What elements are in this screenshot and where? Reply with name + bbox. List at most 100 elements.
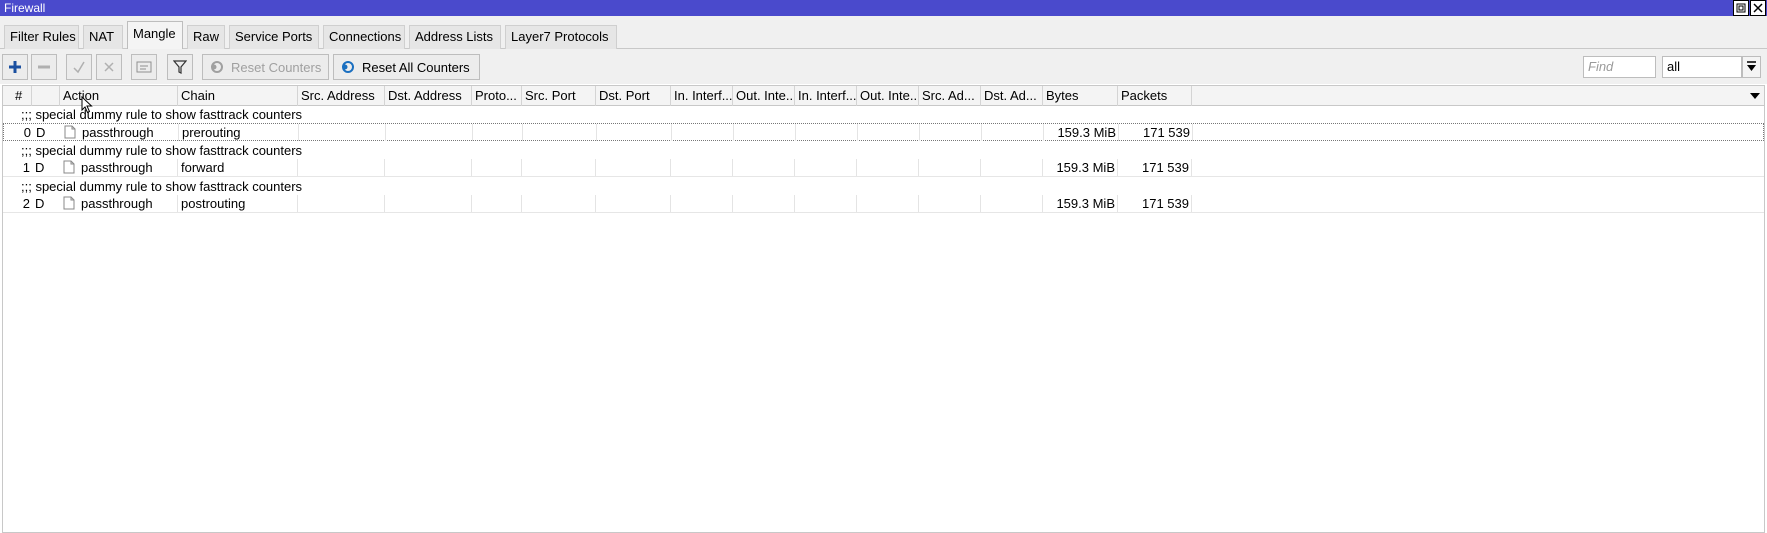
filter-button[interactable]	[167, 54, 193, 80]
reset-counters-button[interactable]: Reset Counters	[202, 54, 329, 80]
rule-dst-port	[597, 124, 672, 141]
reset-all-counters-button[interactable]: Reset All Counters	[333, 54, 480, 80]
rule-action: passthrough	[78, 195, 178, 212]
rule-src-port	[523, 124, 597, 141]
rule-bytes: 159.3 MiB	[1043, 195, 1118, 212]
table-row[interactable]: 1 D passthrough forward 159.3 MiB 171 53…	[3, 159, 1764, 177]
rule-dst-address	[385, 159, 472, 176]
find-input[interactable]: Find	[1583, 56, 1656, 78]
rule-action: passthrough	[78, 159, 178, 176]
col-header-packets[interactable]: Packets	[1118, 86, 1192, 106]
table-row[interactable]: 2 D passthrough postrouting 159.3 MiB 17…	[3, 195, 1764, 213]
rule-flag: D	[35, 196, 45, 211]
rule-src-port	[522, 195, 596, 212]
col-header-chain[interactable]: Chain	[178, 86, 298, 106]
rule-src-port	[522, 159, 596, 176]
document-icon	[64, 125, 76, 139]
comment-icon	[136, 61, 152, 73]
rule-flag: D	[36, 125, 46, 140]
reset-all-counters-label: Reset All Counters	[362, 59, 470, 75]
col-header-src-address[interactable]: Src. Address	[298, 86, 385, 106]
maximize-button[interactable]	[1733, 0, 1749, 16]
rule-protocol	[472, 159, 522, 176]
x-icon	[104, 62, 114, 72]
remove-button[interactable]	[31, 54, 57, 80]
rule-protocol	[473, 124, 523, 141]
tab-raw[interactable]: Raw	[187, 25, 225, 49]
rule-dst-address-list	[981, 159, 1043, 176]
tab-address-lists[interactable]: Address Lists	[409, 25, 501, 49]
enable-button[interactable]	[66, 54, 92, 80]
disable-button[interactable]	[96, 54, 122, 80]
window-titlebar: Firewall	[0, 0, 1767, 16]
tab-connections[interactable]: Connections	[323, 25, 405, 49]
rule-in-interface	[671, 159, 733, 176]
col-header-src-port[interactable]: Src. Port	[522, 86, 596, 106]
rule-flag: D	[35, 160, 45, 175]
rule-src-address	[298, 159, 385, 176]
col-header-src-address-list[interactable]: Src. Ad...	[919, 86, 981, 106]
chevron-down-icon	[1750, 93, 1760, 99]
col-header-flags[interactable]	[32, 86, 60, 106]
rule-src-address-list	[920, 124, 982, 141]
check-icon	[73, 61, 85, 74]
tab-layer7-protocols[interactable]: Layer7 Protocols	[505, 25, 617, 49]
rule-src-address-list	[919, 195, 981, 212]
filter-dropdown-button[interactable]	[1742, 56, 1761, 78]
col-header-bytes[interactable]: Bytes	[1043, 86, 1118, 106]
col-header-in-interface[interactable]: In. Interf...	[671, 86, 733, 106]
rule-in-interface	[672, 124, 734, 141]
comment-button[interactable]	[131, 54, 157, 80]
toolbar: Reset Counters Reset All Counters Find a…	[0, 49, 1767, 84]
tab-service-ports[interactable]: Service Ports	[229, 25, 319, 49]
col-header-number[interactable]: #	[3, 86, 32, 106]
reset-all-counters-icon	[342, 61, 354, 73]
tab-strip: Filter Rules NAT Mangle Raw Service Port…	[0, 16, 1767, 50]
dropdown-arrow-icon	[1747, 61, 1756, 71]
rule-packets: 171 539	[1118, 159, 1192, 176]
tab-nat[interactable]: NAT	[83, 25, 123, 49]
rule-bytes: 159.3 MiB	[1043, 159, 1118, 176]
plus-icon	[9, 61, 21, 73]
rule-in-interface-list	[795, 159, 857, 176]
rule-out-interface	[733, 195, 795, 212]
rule-in-interface	[671, 195, 733, 212]
window-title: Firewall	[4, 1, 46, 15]
rule-comment: ;;; special dummy rule to show fasttrack…	[21, 143, 303, 158]
rule-bytes: 159.3 MiB	[1044, 124, 1119, 141]
col-header-action[interactable]: Action	[60, 86, 178, 106]
rule-src-address-list	[919, 159, 981, 176]
col-header-dst-port[interactable]: Dst. Port	[596, 86, 671, 106]
rule-number: 1	[22, 160, 30, 175]
rule-packets: 171 539	[1119, 124, 1193, 141]
rule-out-interface-list	[857, 195, 919, 212]
tab-mangle[interactable]: Mangle	[127, 21, 183, 50]
rule-action: passthrough	[79, 124, 179, 141]
rule-in-interface-list	[796, 124, 858, 141]
rule-dst-address	[386, 124, 473, 141]
rule-src-address	[298, 195, 385, 212]
filter-select[interactable]: all	[1662, 56, 1742, 78]
rule-dst-address-list	[982, 124, 1044, 141]
close-button[interactable]	[1750, 0, 1766, 16]
rule-out-interface-list	[858, 124, 920, 141]
rule-packets: 171 539	[1118, 195, 1192, 212]
rule-out-interface	[733, 159, 795, 176]
rule-chain: postrouting	[178, 195, 298, 212]
add-button[interactable]	[2, 54, 28, 80]
table-row[interactable]: 0 D passthrough prerouting 159.3 MiB 171…	[3, 123, 1764, 141]
rule-protocol	[472, 195, 522, 212]
rule-dst-port	[596, 159, 671, 176]
col-header-protocol[interactable]: Proto...	[472, 86, 522, 106]
column-menu-button[interactable]	[1746, 86, 1764, 106]
rule-dst-address	[385, 195, 472, 212]
col-header-dst-address-list[interactable]: Dst. Ad...	[981, 86, 1043, 106]
minus-icon	[38, 65, 50, 69]
col-header-dst-address[interactable]: Dst. Address	[385, 86, 472, 106]
document-icon	[63, 196, 75, 210]
col-header-out-interface[interactable]: Out. Inte...	[733, 86, 795, 106]
tab-filter-rules[interactable]: Filter Rules	[4, 25, 79, 49]
col-header-out-interface-list[interactable]: Out. Inte...	[857, 86, 919, 106]
col-header-in-interface-list[interactable]: In. Interf...	[795, 86, 857, 106]
close-icon	[1753, 3, 1763, 13]
